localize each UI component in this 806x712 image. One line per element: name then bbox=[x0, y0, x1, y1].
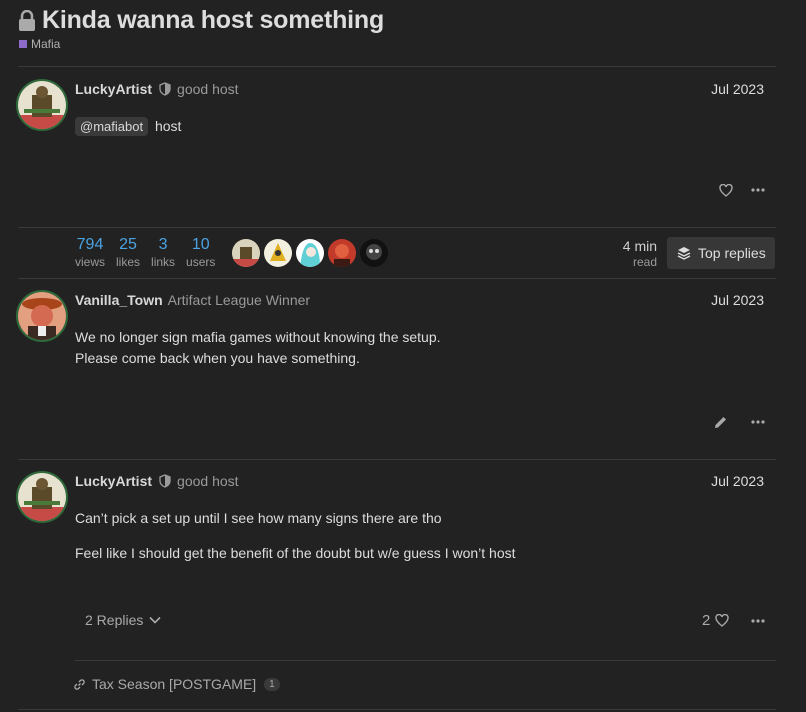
post-date[interactable]: Jul 2023 bbox=[711, 473, 764, 489]
topic-title[interactable]: Kinda wanna host something bbox=[42, 6, 384, 35]
more-button[interactable] bbox=[747, 179, 769, 201]
linked-topic[interactable]: Tax Season [POSTGAME] 1 bbox=[74, 676, 280, 692]
link-icon bbox=[74, 678, 85, 690]
avatar[interactable] bbox=[16, 471, 68, 523]
more-button[interactable] bbox=[747, 610, 769, 632]
user-title: good host bbox=[177, 81, 239, 97]
pencil-icon bbox=[714, 416, 726, 428]
avatar[interactable] bbox=[16, 79, 68, 131]
users-count: 10 bbox=[191, 236, 210, 253]
post-2: Vanilla_Town Artifact League Winner Jul … bbox=[16, 290, 776, 450]
users-label: users bbox=[186, 255, 216, 269]
read-time: 4 min read bbox=[610, 238, 657, 270]
username[interactable]: LuckyArtist bbox=[75, 473, 152, 489]
participant-avatar[interactable] bbox=[264, 239, 292, 267]
like-count: 2 bbox=[702, 612, 711, 629]
layers-icon bbox=[677, 247, 691, 260]
post-meta: Vanilla_Town Artifact League Winner bbox=[75, 292, 310, 308]
divider bbox=[75, 660, 776, 661]
post-line: We no longer sign mafia games without kn… bbox=[75, 329, 441, 345]
divider bbox=[18, 459, 776, 460]
like-count-button[interactable]: 2 bbox=[702, 612, 730, 629]
post-meta: LuckyArtist good host bbox=[75, 473, 239, 489]
edit-button[interactable] bbox=[709, 411, 731, 433]
post-paragraph: Feel like I should get the benefit of th… bbox=[75, 545, 516, 561]
links-label: links bbox=[151, 255, 176, 269]
divider bbox=[18, 709, 776, 710]
participant-avatar[interactable] bbox=[232, 239, 260, 267]
show-replies-button[interactable]: 2 Replies bbox=[85, 612, 161, 628]
post-paragraph: Can’t pick a set up until I see how many… bbox=[75, 510, 442, 526]
post-body: We no longer sign mafia games without kn… bbox=[75, 327, 441, 369]
top-replies-label: Top replies bbox=[698, 245, 766, 261]
top-replies-button[interactable]: Top replies bbox=[667, 237, 775, 269]
divider bbox=[18, 66, 776, 67]
links-stat[interactable]: 3 links bbox=[151, 235, 175, 269]
post-date[interactable]: Jul 2023 bbox=[711, 81, 764, 97]
linked-topic-title[interactable]: Tax Season [POSTGAME] bbox=[92, 676, 256, 692]
topic-stats: 794 views 25 likes 3 links 10 users bbox=[75, 235, 226, 269]
post-line: Please come back when you have something… bbox=[75, 350, 360, 366]
replies-label: 2 Replies bbox=[85, 612, 144, 628]
views-label: views bbox=[75, 255, 106, 269]
username[interactable]: LuckyArtist bbox=[75, 81, 152, 97]
ellipsis-icon bbox=[751, 420, 765, 424]
read-time-value: 4 min bbox=[622, 238, 657, 254]
post-3: LuckyArtist good host Jul 2023 Can’t pic… bbox=[16, 471, 776, 701]
link-click-count: 1 bbox=[264, 677, 280, 691]
topic-header: Kinda wanna host something bbox=[18, 6, 384, 35]
likes-count: 25 bbox=[119, 236, 137, 253]
post-1: LuckyArtist good host Jul 2023 @mafiabot… bbox=[16, 79, 776, 219]
post-meta: LuckyArtist good host bbox=[75, 81, 239, 97]
username[interactable]: Vanilla_Town bbox=[75, 292, 163, 308]
views-stat: 794 views bbox=[75, 235, 105, 269]
category-badge[interactable]: Mafia bbox=[19, 37, 60, 51]
shield-icon bbox=[159, 82, 171, 96]
category-color-square bbox=[19, 40, 27, 48]
chevron-down-icon bbox=[149, 616, 161, 624]
mention-link[interactable]: @mafiabot bbox=[75, 117, 149, 136]
avatar[interactable] bbox=[16, 290, 68, 342]
links-count: 3 bbox=[158, 236, 168, 253]
views-count: 794 bbox=[76, 236, 104, 253]
post-body: @mafiabot host bbox=[75, 116, 181, 137]
category-name: Mafia bbox=[31, 37, 61, 51]
heart-icon bbox=[715, 614, 730, 627]
users-stat[interactable]: 10 users bbox=[186, 235, 215, 269]
likes-stat[interactable]: 25 likes bbox=[116, 235, 140, 269]
participant-avatar[interactable] bbox=[296, 239, 324, 267]
heart-icon bbox=[719, 183, 733, 197]
read-time-label: read bbox=[632, 255, 657, 269]
likes-label: likes bbox=[116, 255, 141, 269]
more-button[interactable] bbox=[747, 411, 769, 433]
shield-icon bbox=[159, 474, 171, 488]
lock-icon bbox=[18, 9, 38, 34]
post-text: host bbox=[154, 118, 182, 134]
user-title: Artifact League Winner bbox=[167, 292, 311, 308]
like-button[interactable] bbox=[715, 179, 737, 201]
participants bbox=[232, 239, 392, 267]
participant-avatar[interactable] bbox=[328, 239, 356, 267]
ellipsis-icon bbox=[751, 619, 765, 623]
ellipsis-icon bbox=[751, 188, 765, 192]
user-title: good host bbox=[177, 473, 239, 489]
divider bbox=[18, 227, 776, 228]
divider bbox=[18, 278, 776, 279]
participant-avatar[interactable] bbox=[360, 239, 388, 267]
post-date[interactable]: Jul 2023 bbox=[711, 292, 764, 308]
